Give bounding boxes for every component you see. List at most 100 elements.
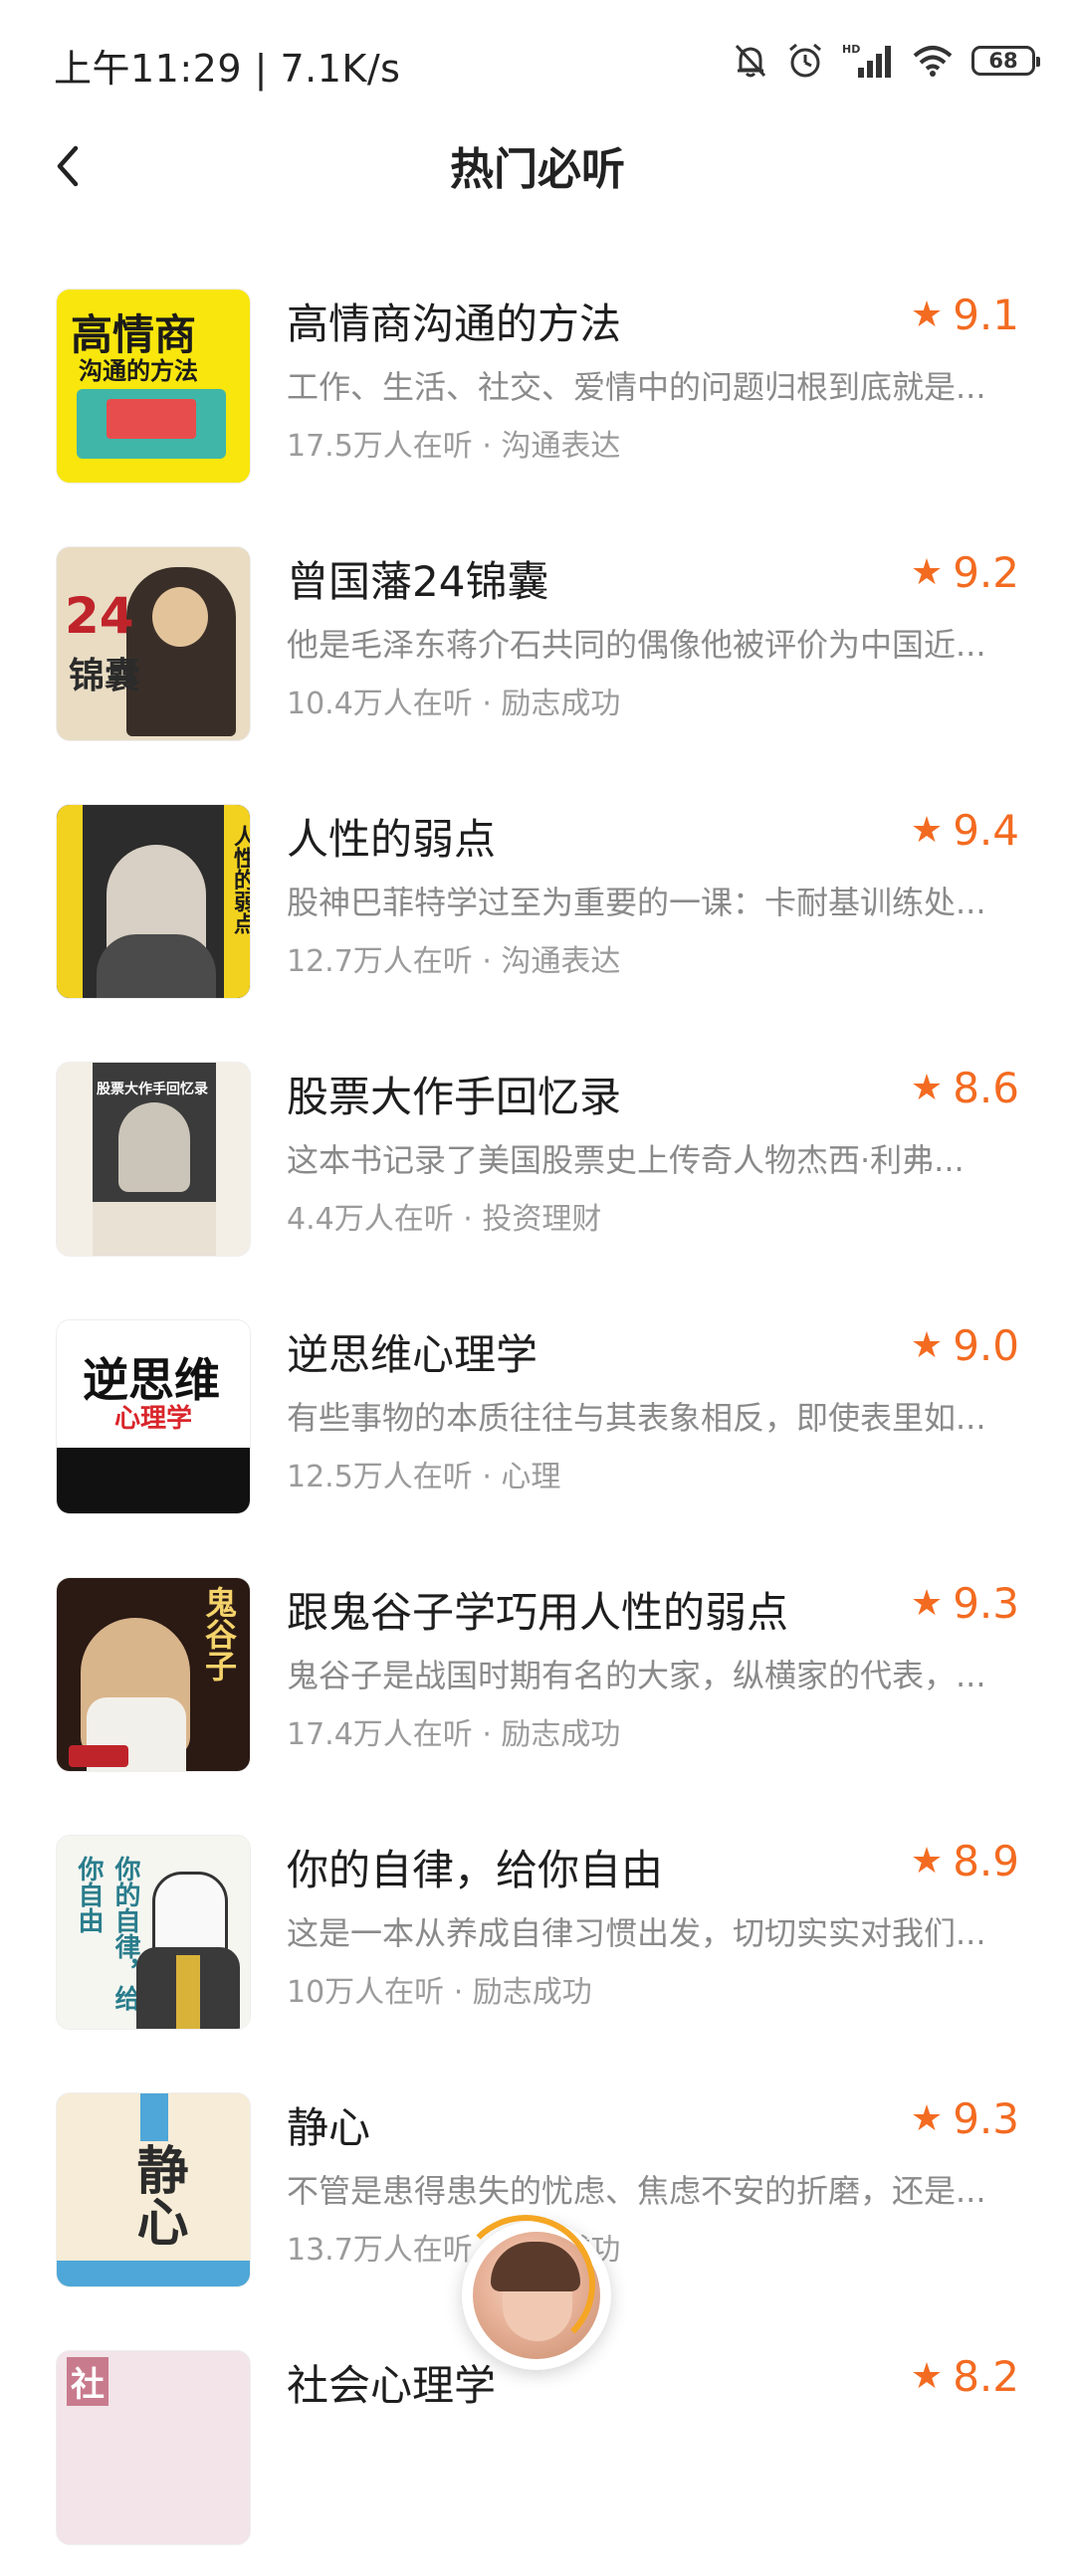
listeners: 10万人在听 <box>287 1975 445 2010</box>
cover-title: 鬼谷子 <box>200 1586 238 1682</box>
progress-ring <box>456 2215 595 2354</box>
rating: ★ 9.3 <box>911 1579 1019 1628</box>
category: 沟通表达 <box>501 429 621 464</box>
list-item[interactable]: 你的自律，给你自由 你的自律，给你自由 ★ 8.9 这是一本从养成自律习惯出发，切… <box>0 1803 1075 2061</box>
category: 励志成功 <box>501 687 621 721</box>
book-desc: 不管是患得患失的忧虑、焦虑不安的折磨，还是... <box>287 2172 986 2210</box>
listeners: 4.4万人在听 <box>287 1202 454 1237</box>
book-meta: 12.7万人在听 · 沟通表达 <box>287 944 621 979</box>
book-meta: 17.5万人在听 · 沟通表达 <box>287 429 621 464</box>
listeners: 13.7万人在听 <box>287 2233 473 2268</box>
status-bar: 上午11:29 | 7.1K/s HD 68 <box>0 0 1075 129</box>
category: 励志成功 <box>501 1717 621 1752</box>
book-cover: 高情商 沟通的方法 <box>56 289 251 484</box>
rating: ★ 9.0 <box>911 1321 1019 1370</box>
book-title: 高情商沟通的方法 <box>287 299 622 348</box>
list-item[interactable]: 人性的弱点 人性的弱点 ★ 9.4 股神巴菲特学过至为重要的一课：卡耐基训练处..… <box>0 772 1075 1030</box>
star-icon: ★ <box>910 2356 944 2397</box>
wifi-icon <box>913 46 953 77</box>
book-title: 社会心理学 <box>287 2361 497 2410</box>
category: 沟通表达 <box>501 944 621 979</box>
rating-value: 9.3 <box>953 1579 1019 1628</box>
rating: ★ 9.4 <box>911 806 1019 855</box>
list-item[interactable]: 高情商 沟通的方法 高情商沟通的方法 ★ 9.1 工作、生活、社交、爱情中的问题归… <box>0 257 1075 514</box>
book-title: 股票大作手回忆录 <box>287 1073 622 1121</box>
cover-title: 股票大作手回忆录 <box>97 1082 208 1097</box>
rating-value: 8.9 <box>953 1837 1019 1885</box>
star-icon: ★ <box>910 295 944 335</box>
star-icon: ★ <box>910 1583 944 1624</box>
rating: ★ 9.1 <box>911 291 1019 339</box>
rating: ★ 8.9 <box>911 1837 1019 1885</box>
book-cover: 人性的弱点 <box>56 804 251 999</box>
listeners: 12.5万人在听 <box>287 1460 473 1494</box>
star-icon: ★ <box>910 552 944 593</box>
book-title: 静心 <box>287 2103 371 2152</box>
book-desc: 鬼谷子是战国时期有名的大家，纵横家的代表，... <box>287 1657 986 1694</box>
alarm-icon <box>789 43 821 78</box>
book-title: 逆思维心理学 <box>287 1330 538 1379</box>
rating-value: 8.6 <box>953 1064 1019 1112</box>
book-title: 曾国藩24锦囊 <box>287 557 549 606</box>
rating-value: 9.0 <box>953 1321 1019 1370</box>
book-desc: 工作、生活、社交、爱情中的问题归根到底就是... <box>287 368 986 406</box>
category: 投资理财 <box>482 1202 602 1237</box>
rating: ★ 8.6 <box>911 1064 1019 1112</box>
book-desc: 这是一本从养成自律习惯出发，切切实实对我们... <box>287 1914 986 1952</box>
book-cover: 你的自律，给你自由 <box>56 1835 251 2030</box>
book-cover: 24 锦囊 <box>56 546 251 741</box>
book-desc: 有些事物的本质往往与其表象相反，即使表里如... <box>287 1399 986 1437</box>
book-meta: 4.4万人在听 · 投资理财 <box>287 1202 602 1237</box>
book-cover: 鬼谷子 <box>56 1577 251 1772</box>
list-item[interactable]: 股票大作手回忆录 股票大作手回忆录 ★ 8.6 这本书记录了美国股票史上传奇人物杰… <box>0 1030 1075 1288</box>
book-cover: 股票大作手回忆录 <box>56 1062 251 1257</box>
rating: ★ 9.2 <box>911 548 1019 597</box>
svg-text:HD: HD <box>842 43 860 56</box>
cover-subtitle: 心理学 <box>114 1404 193 1434</box>
category: 心理 <box>501 1460 561 1494</box>
book-desc: 股神巴菲特学过至为重要的一课：卡耐基训练处... <box>287 884 986 921</box>
listeners: 17.4万人在听 <box>287 1717 473 1752</box>
book-title: 人性的弱点 <box>287 815 497 864</box>
rating: ★ 9.3 <box>911 2094 1019 2143</box>
rating: ★ 8.2 <box>911 2352 1019 2401</box>
book-cover: 静心 <box>56 2092 251 2287</box>
page-title: 热门必听 <box>450 144 625 195</box>
bell-off-icon <box>735 44 766 78</box>
star-icon: ★ <box>910 1068 944 1108</box>
battery-icon: 68 <box>971 46 1040 76</box>
book-meta: 17.4万人在听 · 励志成功 <box>287 1717 621 1752</box>
cover-title: 人性的弱点 <box>230 825 251 934</box>
book-meta: 12.5万人在听 · 心理 <box>287 1460 561 1494</box>
listeners: 12.7万人在听 <box>287 944 473 979</box>
cover-title: 你的自律，给你自由 <box>74 1856 140 2011</box>
book-meta: 10.4万人在听 · 励志成功 <box>287 687 621 721</box>
list-item[interactable]: 24 锦囊 曾国藩24锦囊 ★ 9.2 他是毛泽东蒋介石共同的偶像他被评价为中国近… <box>0 514 1075 772</box>
category: 励志成功 <box>472 1975 592 2010</box>
cover-title: 静心 <box>127 2143 187 2247</box>
rating-value: 8.2 <box>953 2352 1019 2401</box>
star-icon: ★ <box>910 1325 944 1366</box>
book-cover: 社 <box>56 2350 251 2545</box>
rating-value: 9.4 <box>953 806 1019 855</box>
book-cover: 逆思维 心理学 <box>56 1319 251 1514</box>
star-icon: ★ <box>910 810 944 851</box>
cover-subtitle: 锦囊 <box>69 656 141 696</box>
cover-title: 24 <box>65 587 134 645</box>
list-item[interactable]: 鬼谷子 跟鬼谷子学巧用人性的弱点 ★ 9.3 鬼谷子是战国时期有名的大家，纵横家的… <box>0 1545 1075 1803</box>
listeners: 17.5万人在听 <box>287 429 473 464</box>
listeners: 10.4万人在听 <box>287 687 473 721</box>
status-icons: HD 68 <box>733 36 1040 86</box>
header: 热门必听 <box>0 119 1075 209</box>
book-title: 跟鬼谷子学巧用人性的弱点 <box>287 1588 789 1637</box>
book-desc: 这本书记录了美国股票史上传奇人物杰西·利弗... <box>287 1141 965 1179</box>
star-icon: ★ <box>910 1841 944 1882</box>
status-time: 上午11:29 | 7.1K/s <box>54 47 401 91</box>
book-title: 你的自律，给你自由 <box>287 1846 664 1894</box>
rating-value: 9.1 <box>953 291 1019 339</box>
book-desc: 他是毛泽东蒋介石共同的偶像他被评价为中国近... <box>287 626 986 664</box>
rating-value: 9.2 <box>953 548 1019 597</box>
cover-title: 社 <box>67 2357 108 2406</box>
list-item[interactable]: 逆思维 心理学 逆思维心理学 ★ 9.0 有些事物的本质往往与其表象相反，即使表里… <box>0 1288 1075 1545</box>
mini-player[interactable] <box>456 2215 611 2370</box>
